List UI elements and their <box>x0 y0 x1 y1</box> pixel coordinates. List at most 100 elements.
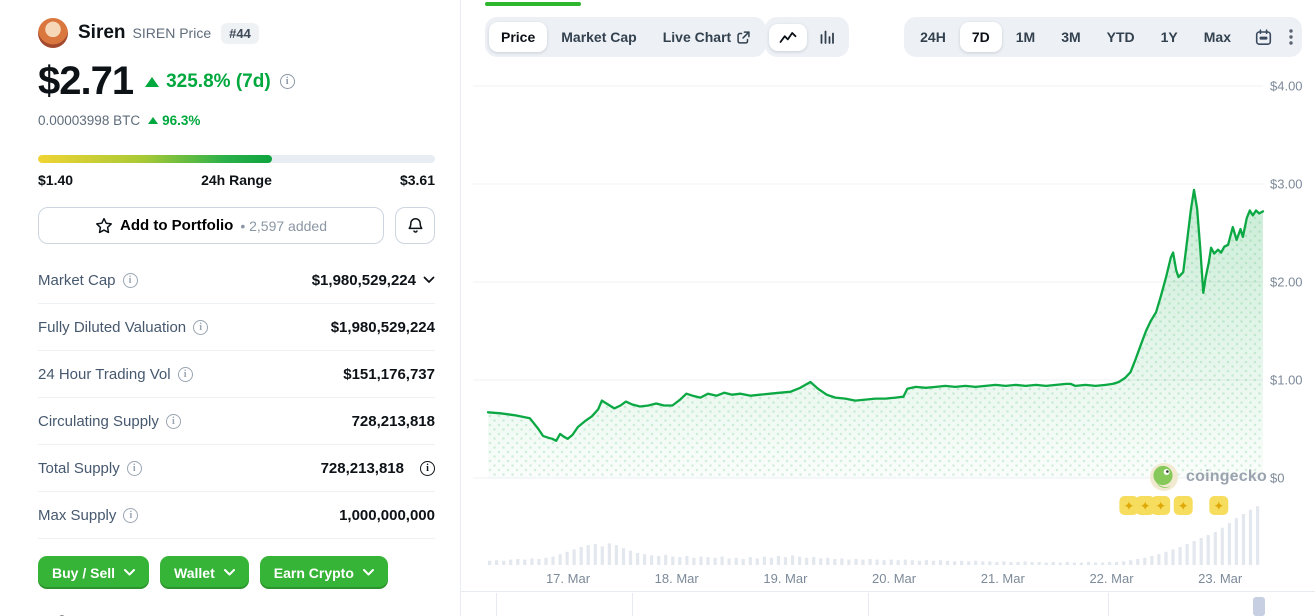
volume-bar <box>601 546 604 565</box>
info-icon[interactable]: i <box>127 461 142 476</box>
rank-badge: #44 <box>221 23 259 44</box>
volume-bar <box>1031 562 1034 565</box>
volume-bar <box>495 560 498 565</box>
volume-bar <box>1087 562 1090 565</box>
volume-bar <box>1171 549 1174 565</box>
volume-bar <box>629 551 632 565</box>
info-icon[interactable]: i <box>193 320 208 335</box>
stat-row-max-supply: Max Supply i 1,000,000,000 <box>38 492 435 539</box>
wallet-button[interactable]: Wallet <box>160 556 249 589</box>
volume-bar <box>678 557 681 565</box>
table-column-divider <box>1108 593 1109 616</box>
volume-bar <box>615 545 618 565</box>
y-axis-label: $1.00 <box>1270 373 1303 388</box>
volume-bar <box>953 561 956 565</box>
alert-bell-button[interactable] <box>395 207 435 244</box>
stat-row-circulating-supply: Circulating Supply i 728,213,818 <box>38 398 435 445</box>
volume-bar <box>1115 562 1118 565</box>
price-chart[interactable]: $4.00$3.00$2.00$1.00$017. Mar18. Mar19. … <box>461 0 1315 616</box>
volume-bar <box>777 556 780 565</box>
volume-bar <box>1045 563 1048 565</box>
event-marker-star-icon: ✦ <box>1213 499 1224 514</box>
volume-bar <box>537 559 540 565</box>
stat-row-volume: 24 Hour Trading Vol i $151,176,737 <box>38 351 435 398</box>
volume-bar <box>1059 563 1062 565</box>
volume-bar <box>784 557 787 565</box>
volume-bar <box>1002 561 1005 565</box>
x-axis-label: 21. Mar <box>981 571 1026 586</box>
chevron-down-icon <box>363 569 374 576</box>
event-marker-star-icon: ✦ <box>1178 499 1189 514</box>
chevron-down-icon <box>224 569 235 576</box>
volume-bar <box>566 552 569 565</box>
y-axis-label: $4.00 <box>1270 79 1303 94</box>
buy-sell-label: Buy / Sell <box>52 565 115 581</box>
volume-bar <box>516 559 519 565</box>
table-header-row <box>461 591 1315 616</box>
volume-bar <box>960 561 963 565</box>
y-axis-label: $3.00 <box>1270 177 1303 192</box>
info-icon[interactable]: i <box>166 414 181 429</box>
volume-bar <box>840 558 843 565</box>
x-axis-label: 17. Mar <box>546 571 591 586</box>
range-high: $3.61 <box>400 172 435 188</box>
volume-bar <box>1157 554 1160 565</box>
scrollbar-thumb[interactable] <box>1253 597 1265 616</box>
coingecko-watermark: coingecko <box>1149 462 1267 492</box>
buy-sell-button[interactable]: Buy / Sell <box>38 556 149 589</box>
table-column-divider <box>632 593 633 616</box>
add-to-portfolio-button[interactable]: Add to Portfolio • 2,597 added <box>38 207 384 244</box>
price-row: $2.71 325.8% (7d) i <box>38 59 435 104</box>
coin-name: Siren <box>78 22 126 44</box>
volume-bar <box>890 560 893 565</box>
volume-bar <box>833 559 836 565</box>
table-column-divider <box>496 593 497 616</box>
volume-bar <box>1235 518 1238 565</box>
volume-bar <box>876 560 879 565</box>
coin-page: Siren SIREN Price #44 $2.71 325.8% (7d) … <box>0 0 1315 616</box>
volume-bar <box>988 561 991 565</box>
portfolio-added-count: • 2,597 added <box>240 218 327 234</box>
volume-bar <box>692 558 695 565</box>
btc-price: 0.00003998 BTC <box>38 113 140 128</box>
portfolio-button-label: Add to Portfolio <box>120 217 233 234</box>
volume-bar <box>974 561 977 565</box>
stat-label: Max Supply <box>38 507 116 524</box>
range-title: 24h Range <box>201 172 272 188</box>
stat-label: Circulating Supply <box>38 413 159 430</box>
y-axis-label: $0 <box>1270 471 1284 486</box>
volume-bar <box>763 557 766 565</box>
volume-bar <box>1073 563 1076 565</box>
x-axis-label: 18. Mar <box>655 571 700 586</box>
volume-bar <box>530 558 533 565</box>
volume-bar <box>798 557 801 565</box>
stat-row-fdv: Fully Diluted Valuation i $1,980,529,224 <box>38 304 435 351</box>
info-icon[interactable]: i <box>420 461 435 476</box>
volume-bar <box>946 561 949 565</box>
cta-row: Buy / Sell Wallet Earn Crypto <box>38 556 435 589</box>
volume-bar <box>1009 562 1012 565</box>
chart-panel: Price Market Cap Live Chart <box>461 0 1315 616</box>
info-icon[interactable]: i <box>280 74 295 89</box>
portfolio-row: Add to Portfolio • 2,597 added <box>38 207 435 244</box>
info-icon[interactable]: i <box>178 367 193 382</box>
info-icon[interactable]: i <box>123 508 138 523</box>
coingecko-gecko-icon <box>1149 462 1179 492</box>
volume-bar <box>1024 561 1027 565</box>
volume-bar <box>608 543 611 565</box>
volume-bar <box>756 558 759 565</box>
x-axis-label: 22. Mar <box>1089 571 1134 586</box>
volume-bar <box>883 560 886 565</box>
volume-bar <box>1143 558 1146 565</box>
volume-bar <box>1200 538 1203 565</box>
volume-bar <box>1150 556 1153 565</box>
earn-crypto-button[interactable]: Earn Crypto <box>260 556 388 589</box>
chevron-down-icon[interactable] <box>423 276 435 284</box>
volume-bar <box>791 555 794 565</box>
coin-symbol-label: SIREN Price <box>133 25 212 41</box>
info-icon[interactable]: i <box>123 273 138 288</box>
volume-bar <box>728 558 731 565</box>
stat-value: 1,000,000,000 <box>339 507 435 524</box>
volume-bar <box>861 560 864 565</box>
volume-bar <box>1186 544 1189 565</box>
